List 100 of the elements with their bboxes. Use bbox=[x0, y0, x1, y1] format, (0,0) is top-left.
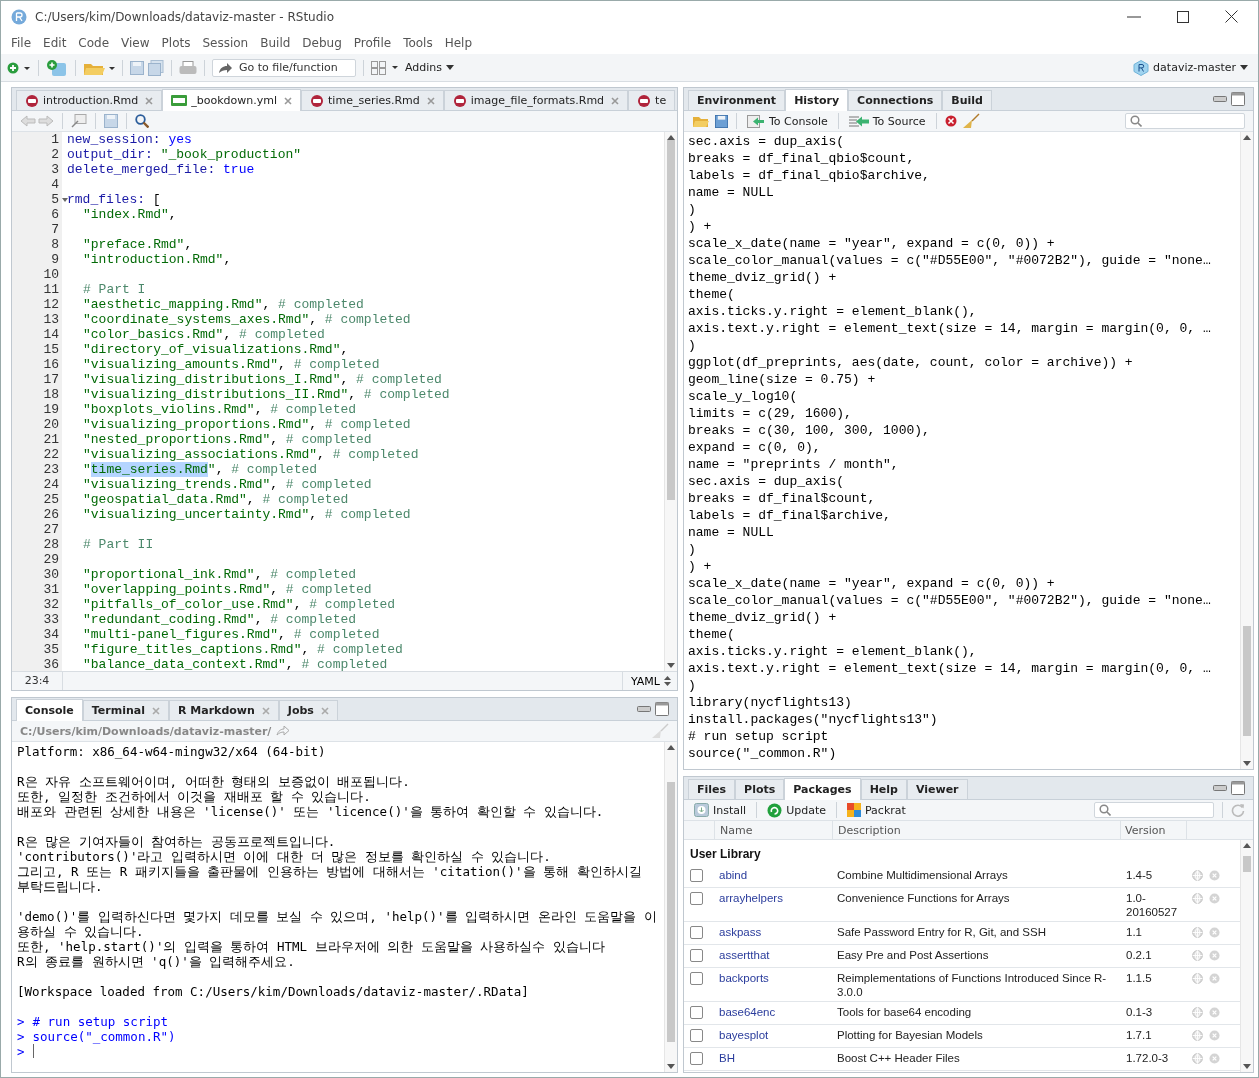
history-entry[interactable]: name = "preprints / month", bbox=[688, 456, 1236, 473]
maximize-icon[interactable] bbox=[1177, 10, 1189, 23]
menu-item[interactable]: View bbox=[115, 36, 156, 50]
package-link[interactable]: bayesplot bbox=[719, 1029, 769, 1041]
history-entry[interactable]: axis.text.y.right = element_text(size = 14, margin = margin(0, 0, … bbox=[688, 320, 1236, 337]
history-entry[interactable]: expand = c(0, 0), bbox=[688, 439, 1236, 456]
new-project-icon[interactable] bbox=[46, 58, 68, 77]
print-icon[interactable] bbox=[179, 60, 197, 75]
package-checkbox[interactable] bbox=[690, 892, 703, 905]
save-all-icon[interactable] bbox=[148, 59, 164, 76]
scrollbar[interactable] bbox=[1240, 840, 1253, 1072]
history-entry[interactable]: ) + bbox=[688, 558, 1236, 575]
history-entry[interactable]: axis.ticks.y.right = element_blank(), bbox=[688, 643, 1236, 660]
history-entry[interactable]: geom_line(size = 0.75) + bbox=[688, 371, 1236, 388]
history-entry[interactable]: # run setup script bbox=[688, 728, 1236, 745]
to-console-button[interactable]: To Console bbox=[745, 114, 830, 128]
menu-item[interactable]: Code bbox=[72, 36, 116, 50]
package-link[interactable]: abind bbox=[719, 869, 748, 881]
scroll-up-icon[interactable] bbox=[1243, 135, 1251, 140]
history-entry[interactable]: theme( bbox=[688, 286, 1236, 303]
globe-icon[interactable] bbox=[1192, 870, 1203, 881]
history-entry[interactable]: scale_color_manual(values = c("#D55E00", "#0072B2"), guide = "none… bbox=[688, 592, 1236, 609]
install-button[interactable]: Install bbox=[692, 803, 749, 817]
package-link[interactable]: BH bbox=[719, 1052, 735, 1064]
history-entry[interactable]: name = NULL bbox=[688, 184, 1236, 201]
history-entry[interactable]: scale_y_log10( bbox=[688, 388, 1236, 405]
history-entry[interactable]: name = NULL bbox=[688, 524, 1236, 541]
history-entry[interactable]: theme( bbox=[688, 626, 1236, 643]
package-link[interactable]: arrayhelpers bbox=[719, 892, 783, 904]
scroll-down-icon[interactable] bbox=[1243, 1064, 1251, 1069]
maximize-pane-icon[interactable] bbox=[1231, 92, 1245, 106]
pane-tab[interactable]: Build bbox=[942, 90, 992, 110]
scroll-down-icon[interactable] bbox=[667, 1064, 675, 1069]
package-link[interactable]: assertthat bbox=[719, 949, 770, 961]
scrollbar[interactable] bbox=[664, 132, 677, 671]
history-entry[interactable]: source("_common.R") bbox=[688, 745, 1236, 762]
pane-tab[interactable]: Environment bbox=[688, 90, 786, 110]
menu-item[interactable]: Edit bbox=[37, 36, 73, 50]
pane-tab[interactable]: Viewer bbox=[906, 779, 968, 799]
save-icon[interactable] bbox=[104, 114, 118, 128]
maximize-pane-icon[interactable] bbox=[1231, 781, 1245, 795]
close-icon[interactable] bbox=[1225, 10, 1238, 23]
scroll-thumb[interactable] bbox=[1243, 626, 1251, 736]
scroll-down-icon[interactable] bbox=[1243, 761, 1251, 766]
globe-icon[interactable] bbox=[1192, 1030, 1203, 1041]
search-field[interactable] bbox=[1094, 802, 1214, 818]
file-tab[interactable]: te bbox=[628, 90, 676, 110]
history-entry[interactable]: scale_color_manual(values = c("#D55E00", "#0072B2"), guide = "none… bbox=[688, 252, 1236, 269]
history-entry[interactable]: install.packages("nycflights13") bbox=[688, 711, 1236, 728]
menu-item[interactable]: Help bbox=[438, 36, 479, 50]
grid-layout-icon[interactable] bbox=[371, 60, 399, 75]
scroll-up-icon[interactable] bbox=[667, 745, 675, 750]
project-button[interactable]: dataviz-master bbox=[1131, 59, 1250, 76]
menu-item[interactable]: Tools bbox=[397, 36, 439, 50]
pane-tab[interactable]: History bbox=[785, 89, 849, 111]
history-entry[interactable]: ) bbox=[688, 337, 1236, 354]
pane-tab[interactable]: Connections bbox=[848, 90, 943, 110]
menu-item[interactable]: File bbox=[5, 36, 38, 50]
broom-icon[interactable] bbox=[651, 723, 669, 739]
history-entry[interactable]: ) bbox=[688, 541, 1236, 558]
package-link[interactable]: askpass bbox=[719, 926, 762, 938]
file-tab[interactable]: _bookdown.yml bbox=[162, 89, 302, 111]
file-tab[interactable]: introduction.Rmd bbox=[16, 90, 163, 110]
history-entry[interactable]: labels = df_final$archive, bbox=[688, 507, 1236, 524]
pane-tab[interactable]: R Markdown bbox=[169, 700, 279, 720]
package-checkbox[interactable] bbox=[690, 1029, 703, 1042]
maximize-pane-icon[interactable] bbox=[655, 702, 669, 716]
scroll-thumb[interactable] bbox=[667, 140, 675, 500]
history-entry[interactable]: sec.axis = dup_axis( bbox=[688, 473, 1236, 490]
globe-icon[interactable] bbox=[1192, 973, 1203, 984]
history-entry[interactable]: labels = df_final_qbio$archive, bbox=[688, 167, 1236, 184]
search-icon[interactable] bbox=[135, 114, 149, 128]
package-checkbox[interactable] bbox=[690, 1052, 703, 1065]
history-entry[interactable]: limits = c(29, 1600), bbox=[688, 405, 1236, 422]
pane-tab[interactable]: Help bbox=[860, 779, 907, 799]
pane-tab[interactable]: Terminal bbox=[82, 700, 169, 720]
back-forward-icon[interactable] bbox=[20, 115, 54, 127]
column-header[interactable]: Version bbox=[1125, 823, 1166, 837]
globe-icon[interactable] bbox=[1192, 927, 1203, 938]
new-file-icon[interactable] bbox=[7, 60, 31, 75]
package-checkbox[interactable] bbox=[690, 972, 703, 985]
remove-icon[interactable] bbox=[944, 115, 957, 127]
menu-item[interactable]: Build bbox=[254, 36, 297, 50]
package-checkbox[interactable] bbox=[690, 926, 703, 939]
package-link[interactable]: base64enc bbox=[719, 1006, 776, 1018]
history-entry[interactable]: library(nycflights13) bbox=[688, 694, 1236, 711]
history-entry[interactable]: theme_dviz_grid() + bbox=[688, 269, 1236, 286]
history-entry[interactable]: ) bbox=[688, 201, 1236, 218]
pane-tab[interactable]: Console bbox=[16, 699, 83, 721]
column-header[interactable]: Description bbox=[838, 823, 901, 837]
search-field[interactable] bbox=[1125, 113, 1245, 129]
history-entry[interactable]: axis.ticks.y.right = element_blank(), bbox=[688, 303, 1236, 320]
refresh-icon[interactable] bbox=[1231, 803, 1245, 817]
fold-icon[interactable] bbox=[62, 198, 68, 202]
save-icon[interactable] bbox=[130, 60, 144, 75]
minimize-icon[interactable] bbox=[1127, 15, 1141, 18]
minimize-pane-icon[interactable] bbox=[1213, 96, 1227, 102]
open-folder-icon[interactable] bbox=[692, 114, 710, 128]
pane-tab[interactable]: Packages bbox=[784, 778, 861, 800]
globe-icon[interactable] bbox=[1192, 1053, 1203, 1064]
